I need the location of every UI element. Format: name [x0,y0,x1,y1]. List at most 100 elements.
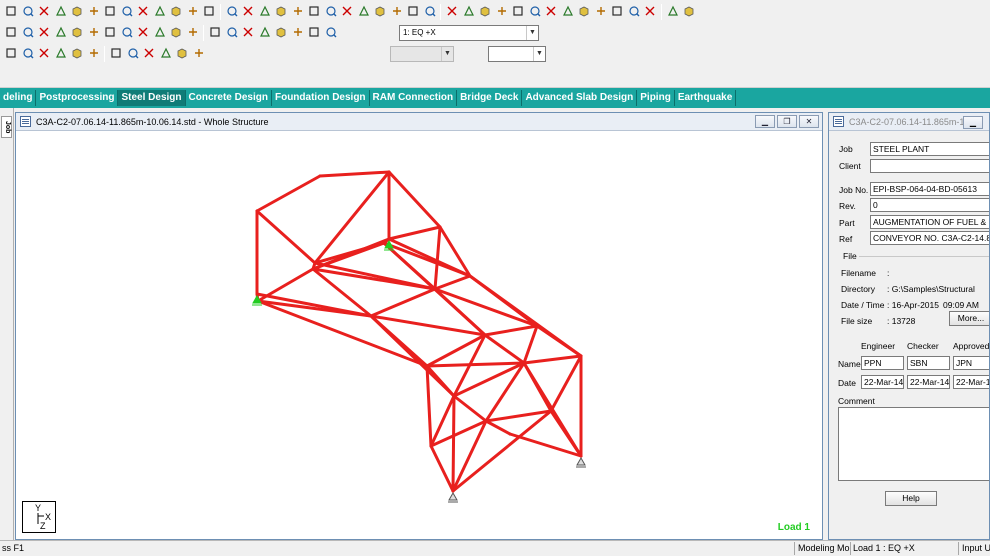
grid-g-icon[interactable] [142,46,156,60]
close-button[interactable]: ✕ [799,115,819,128]
delete-x-icon[interactable] [70,4,84,18]
spin-right-icon[interactable] [169,25,183,39]
beam-member[interactable] [255,292,373,318]
table-icon[interactable] [478,4,492,18]
measure-icon[interactable] [307,25,321,39]
disk3-icon[interactable] [682,4,696,18]
client-field[interactable] [870,159,989,173]
grid-icon[interactable] [169,4,183,18]
left-strip-tab[interactable]: Job [1,116,12,138]
zoom-out-icon[interactable] [241,25,255,39]
load-case-select[interactable]: 1: EQ +X ▼ [399,25,539,41]
tools-icon[interactable] [109,46,123,60]
pan-icon[interactable] [291,25,305,39]
tab-bridge-deck[interactable]: Bridge Deck [457,90,523,106]
report-icon[interactable] [274,4,288,18]
export-icon[interactable] [241,4,255,18]
hammer-icon[interactable] [186,4,200,18]
ref-field[interactable]: CONVEYOR NO. C3A-C2-14.860m [870,231,989,245]
undo-icon[interactable] [87,4,101,18]
italic-icon[interactable] [627,4,641,18]
tab-ram-connection[interactable]: RAM Connection [370,90,458,106]
wand-icon[interactable] [136,4,150,18]
rotate-right-icon[interactable] [136,25,150,39]
graph-icon[interactable] [126,46,140,60]
beam-member[interactable] [483,333,526,365]
tab-postprocessing[interactable]: Postprocessing [36,90,119,106]
beam-member[interactable] [522,354,583,365]
rotate-up-icon[interactable] [87,25,101,39]
tree-icon[interactable] [577,4,591,18]
save-icon[interactable] [4,4,18,18]
beam-member[interactable] [433,287,539,328]
fill-icon[interactable] [511,4,525,18]
section-icon[interactable] [594,4,608,18]
arch-icon[interactable] [544,4,558,18]
beam-member[interactable] [549,354,583,413]
rotate-left-icon[interactable] [120,25,134,39]
beam-member[interactable] [483,324,539,337]
minimize-button[interactable]: ▁ [755,115,775,128]
plate-cursor-icon[interactable] [37,46,51,60]
pointer-icon[interactable] [462,4,476,18]
camera-icon[interactable] [258,4,272,18]
beam-member[interactable] [484,419,512,436]
beam-cursor-icon[interactable] [21,46,35,60]
zoom-dynamic-icon[interactable] [258,25,272,39]
disabled-select[interactable]: ▼ [390,46,454,62]
restore-button[interactable]: ❐ [777,115,797,128]
beam-member[interactable] [433,274,472,291]
copy-icon[interactable] [54,4,68,18]
part-field[interactable]: AUGMENTATION OF FUEL & FLU [870,215,989,229]
beam-member[interactable] [313,170,391,265]
beam-member[interactable] [522,324,539,365]
magic-icon[interactable] [445,4,459,18]
tab-modeling[interactable]: deling [0,90,37,106]
beam-member[interactable] [451,419,488,493]
solid-cursor-icon[interactable] [54,46,68,60]
engineer-date-field[interactable]: 22-Mar-14 [861,375,904,389]
beam-member[interactable] [255,209,317,265]
cube-back-icon[interactable] [37,25,51,39]
cube-front-icon[interactable] [21,25,35,39]
beam-member[interactable] [387,225,442,241]
tab-foundation-design[interactable]: Foundation Design [272,90,370,106]
beam-member[interactable] [433,225,442,291]
beam-member[interactable] [425,364,433,448]
minimize-button[interactable]: ▁ [963,116,983,129]
tab-steel-design[interactable]: Steel Design [118,90,186,106]
disk-icon[interactable] [643,4,657,18]
refresh-icon[interactable] [186,25,200,39]
cube-left-icon[interactable] [54,25,68,39]
tab-advanced-slab-design[interactable]: Advanced Slab Design [522,90,638,106]
crane-icon[interactable] [561,4,575,18]
beam-member[interactable] [318,170,391,178]
tab-concrete-design[interactable]: Concrete Design [186,90,272,106]
job-no-field[interactable]: EPI-BSP-064-04-BD-05613 [870,182,989,196]
chevron-down-icon[interactable]: ▼ [533,47,545,61]
zoom-prev-icon[interactable] [274,25,288,39]
structure-canvas[interactable]: Y X Z Load 1 [16,131,822,539]
beam-icon[interactable] [340,4,354,18]
tab-piping[interactable]: Piping [637,90,675,106]
beam-member[interactable] [468,274,583,358]
surface-icon[interactable] [390,4,404,18]
disk2-icon[interactable] [666,4,680,18]
tab-earthquake[interactable]: Earthquake [675,90,737,106]
preview-icon[interactable] [225,4,239,18]
help-cursor-icon[interactable] [423,4,437,18]
more-button[interactable]: More... [949,311,989,326]
beam-member[interactable] [255,174,322,213]
cube-icon[interactable] [4,25,18,39]
picture-icon[interactable] [291,4,305,18]
trash-icon[interactable] [153,4,167,18]
beam-member[interactable] [451,394,456,493]
paste-icon[interactable] [120,4,134,18]
printer-icon[interactable] [202,4,216,18]
bar-chart-icon[interactable] [87,46,101,60]
cut-icon[interactable] [37,4,51,18]
cube-right-icon[interactable] [70,25,84,39]
spin-left-icon[interactable] [153,25,167,39]
redo-icon[interactable] [103,4,117,18]
checker-name-field[interactable]: SBN [907,356,950,370]
